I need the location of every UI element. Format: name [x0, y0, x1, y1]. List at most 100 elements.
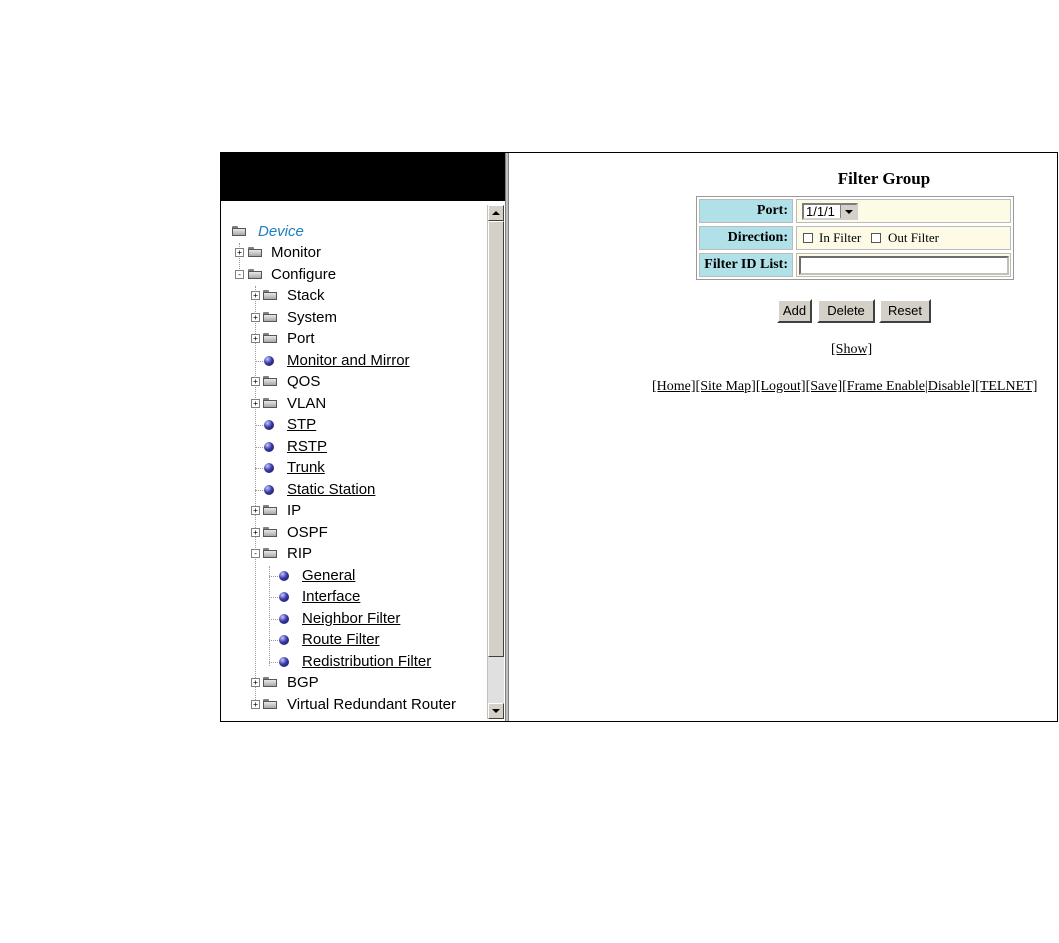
tree-item-bgp[interactable]: + BGP [221, 673, 481, 693]
expand-icon[interactable]: + [251, 334, 260, 343]
tree-item-rip-route-filter[interactable]: Route Filter [221, 630, 481, 650]
tree-item-link[interactable]: Route Filter [302, 630, 380, 650]
folder-icon [248, 247, 262, 257]
tree-item-ospf[interactable]: + OSPF [221, 523, 481, 543]
tree-item-vlan[interactable]: + VLAN [221, 394, 481, 414]
filter-group-form: Port: 1/1/1 Direction: In Filter Out Fil… [696, 196, 1014, 280]
scroll-down-arrow-icon[interactable] [488, 703, 504, 719]
logout-link[interactable]: [Logout] [756, 379, 806, 394]
folder-icon [263, 376, 277, 386]
page-bullet-icon [279, 592, 289, 602]
tree-item-monitor[interactable]: + Monitor [221, 243, 481, 263]
expand-icon[interactable]: + [251, 700, 260, 709]
collapse-icon[interactable]: - [251, 549, 260, 558]
page-bullet-icon [279, 657, 289, 667]
tree-item-link[interactable]: RSTP [287, 437, 327, 457]
tree-item-system[interactable]: + System [221, 308, 481, 328]
delete-button[interactable]: Delete [817, 299, 875, 323]
expand-icon[interactable]: + [251, 291, 260, 300]
tree-item-qos[interactable]: + QOS [221, 372, 481, 392]
tree-item-label: Monitor [271, 244, 322, 261]
expand-icon[interactable]: + [251, 313, 260, 322]
filter-id-label: Filter ID List: [699, 253, 793, 277]
page-bullet-icon [264, 485, 274, 495]
tree-item-label: System [287, 309, 338, 326]
add-button[interactable]: Add [777, 299, 812, 323]
tree-item-trunk[interactable]: Trunk [221, 458, 481, 478]
folder-icon [263, 677, 277, 687]
out-filter-label: Out Filter [888, 230, 939, 245]
open-folder-icon [232, 226, 246, 236]
banner [221, 153, 505, 201]
folder-icon [263, 505, 277, 515]
frame-enable-link[interactable]: [Frame Enable [842, 379, 925, 394]
expand-icon[interactable]: + [251, 678, 260, 687]
filter-id-input[interactable] [799, 256, 1009, 275]
folder-icon [263, 398, 277, 408]
page-bullet-icon [264, 463, 274, 473]
tree-item-rip-neighbor-filter[interactable]: Neighbor Filter [221, 609, 481, 629]
open-folder-icon [263, 548, 277, 558]
tree-scrollbar[interactable] [487, 205, 504, 719]
tree-item-configure[interactable]: - Configure [221, 265, 481, 285]
scrollbar-thumb[interactable] [488, 221, 504, 657]
tree-root-device[interactable]: Device [221, 222, 481, 242]
tree-item-label: RIP [287, 545, 313, 562]
direction-label: Direction: [699, 226, 793, 250]
tree-item-label: QOS [287, 373, 321, 390]
folder-icon [263, 699, 277, 709]
tree-item-rip[interactable]: - RIP [221, 544, 481, 564]
browser-frame: Device + Monitor - Configure + Stack + S… [220, 152, 1058, 722]
tree-item-monitor-and-mirror[interactable]: Monitor and Mirror [221, 351, 481, 371]
page-bullet-icon [264, 356, 274, 366]
tree-item-link[interactable]: Monitor and Mirror [287, 351, 410, 371]
page-bullet-icon [279, 635, 289, 645]
tree-item-link[interactable]: Neighbor Filter [302, 609, 400, 629]
dropdown-arrow-icon[interactable] [840, 205, 856, 218]
expand-icon[interactable]: + [251, 528, 260, 537]
page-bullet-icon [264, 442, 274, 452]
frame-disable-link[interactable]: |Disable] [925, 379, 975, 394]
out-filter-checkbox[interactable] [871, 233, 881, 243]
in-filter-checkbox[interactable] [803, 233, 813, 243]
page-bullet-icon [279, 571, 289, 581]
tree-item-port[interactable]: + Port [221, 329, 481, 349]
tree-item-label: VLAN [287, 395, 327, 412]
tree-item-virtual-redundant-router[interactable]: + Virtual Redundant Router [221, 695, 481, 715]
port-select-value: 1/1/1 [806, 204, 835, 219]
tree-item-link[interactable]: General [302, 566, 355, 586]
expand-icon[interactable]: + [251, 399, 260, 408]
scroll-up-arrow-icon[interactable] [488, 205, 504, 221]
tree-item-stack[interactable]: + Stack [221, 286, 481, 306]
tree-item-label: IP [287, 502, 302, 519]
save-link[interactable]: [Save] [806, 379, 843, 394]
expand-icon[interactable]: + [235, 248, 244, 257]
tree-item-ip[interactable]: + IP [221, 501, 481, 521]
collapse-icon[interactable]: - [235, 270, 244, 279]
tree-item-static-station[interactable]: Static Station [221, 480, 481, 500]
folder-icon [263, 527, 277, 537]
tree-item-rstp[interactable]: RSTP [221, 437, 481, 457]
tree-item-link[interactable]: STP [287, 415, 316, 435]
telnet-link[interactable]: [TELNET] [975, 379, 1037, 394]
tree-item-link[interactable]: Static Station [287, 480, 375, 500]
expand-icon[interactable]: + [251, 377, 260, 386]
tree-item-link[interactable]: Redistribution Filter [302, 652, 431, 672]
content-pane: Filter Group Port: 1/1/1 Direction: In F… [509, 153, 1057, 721]
port-select[interactable]: 1/1/1 [802, 203, 858, 220]
tree-item-rip-redistribution-filter[interactable]: Redistribution Filter [221, 652, 481, 672]
tree-item-link[interactable]: Interface [302, 587, 360, 607]
tree-item-link[interactable]: Trunk [287, 458, 325, 478]
tree-item-label: Configure [271, 266, 337, 283]
tree-item-rip-general[interactable]: General [221, 566, 481, 586]
reset-button[interactable]: Reset [879, 299, 931, 323]
site-map-link[interactable]: [Site Map] [696, 379, 756, 394]
tree-item-label: OSPF [287, 524, 328, 541]
show-link[interactable]: [Show] [831, 342, 872, 358]
tree-item-stp[interactable]: STP [221, 415, 481, 435]
expand-icon[interactable]: + [251, 506, 260, 515]
home-link[interactable]: [Home] [652, 379, 696, 394]
tree-item-rip-interface[interactable]: Interface [221, 587, 481, 607]
port-label: Port: [699, 199, 793, 223]
folder-icon [263, 290, 277, 300]
